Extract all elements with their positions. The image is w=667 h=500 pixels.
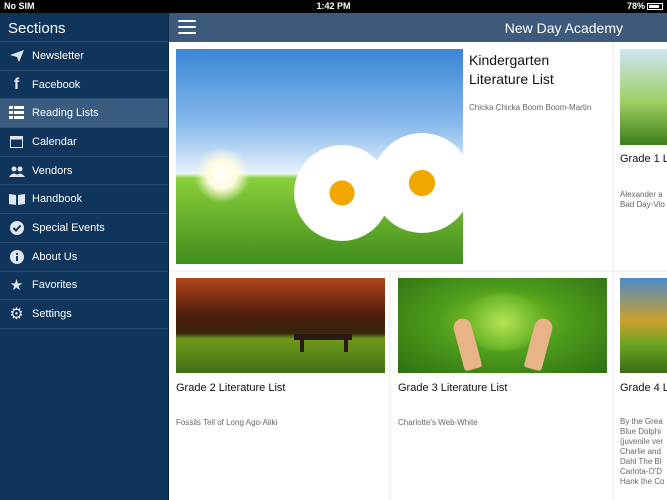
card-description: Charlotte's Web-White [398,418,478,427]
sidebar-item-settings[interactable]: ⚙ Settings [0,300,168,329]
info-icon [8,248,25,265]
battery-percent: 78% [626,1,645,11]
sidebar-item-newsletter[interactable]: Newsletter [0,42,168,71]
sidebar-item-special-events[interactable]: Special Events [0,214,168,243]
sidebar-item-calendar[interactable]: Calendar [0,128,168,157]
sidebar-item-label: Handbook [32,193,83,206]
sidebar-item-reading-lists[interactable]: Reading Lists [0,99,168,129]
menu-icon[interactable] [178,20,196,34]
card-title: Grade 4 L [620,382,667,394]
sidebar-item-label: Special Events [32,221,105,234]
gear-icon: ⚙ [9,306,24,324]
card-description: Fossils Tell of Long Ago-Aliki [176,418,278,427]
book-icon [8,191,25,208]
card-grade-1[interactable]: Grade 1 L Alexander a Bad Day-Vio [614,42,667,270]
paper-plane-icon [8,47,25,64]
card-grade-3[interactable]: Grade 3 Literature List Charlotte's Web-… [391,272,612,500]
card-grade-4[interactable]: Grade 4 L By the Grea Blue Dolphi (juven… [614,272,667,500]
sidebar-item-label: Calendar [32,135,77,148]
sidebar-item-label: Reading Lists [32,107,99,120]
sidebar-item-facebook[interactable]: f Facebook [0,71,168,100]
sidebar-item-label: About Us [32,250,78,263]
sidebar-item-about-us[interactable]: About Us [0,243,168,272]
card-image [398,278,607,373]
sidebar-item-vendors[interactable]: Vendors [0,157,168,186]
sidebar-title: Sections [0,13,168,42]
sidebar-item-label: Favorites [32,279,78,292]
content-grid: Kindergarten Literature List Chicka Chic… [169,42,667,500]
top-bar: New Day Academy [169,13,667,42]
sidebar: Sections Newsletter f Facebook Reading L… [0,13,169,500]
card-kindergarten[interactable]: Kindergarten Literature List Chicka Chic… [169,42,612,270]
card-title: Grade 3 Literature List [398,382,508,394]
list-icon [8,105,25,122]
calendar-icon [8,133,25,150]
card-image [620,278,667,373]
status-bar: No SIM 1:42 PM 78% [0,0,667,13]
battery-indicator: 78% [627,1,663,11]
card-image [176,49,463,264]
card-description: Alexander a Bad Day-Vio [620,190,665,209]
sidebar-item-label: Vendors [32,164,73,177]
sidebar-item-label: Settings [32,308,72,321]
card-description: Chicka Chicka Boom Boom-Martin [469,103,592,112]
check-circle-icon [8,219,25,236]
card-description: By the Grea Blue Dolphi (juvenile ver Ch… [620,417,665,486]
sidebar-item-handbook[interactable]: Handbook [0,185,168,215]
people-icon [8,162,25,179]
card-title: Kindergarten Literature List [469,52,554,87]
battery-icon [647,3,663,10]
card-title: Grade 2 Literature List [176,382,286,394]
sidebar-item-label: Newsletter [32,49,84,62]
card-image [620,49,667,145]
sidebar-item-label: Facebook [32,78,81,91]
card-image [176,278,385,373]
card-grade-2[interactable]: Grade 2 Literature List Fossils Tell of … [169,272,389,500]
card-title: Grade 1 L [620,153,667,165]
clock: 1:42 PM [316,1,351,11]
page-title: New Day Academy [504,20,623,36]
star-icon: ★ [9,277,24,295]
facebook-icon: f [13,75,20,93]
sidebar-item-favorites[interactable]: ★ Favorites [0,272,168,301]
